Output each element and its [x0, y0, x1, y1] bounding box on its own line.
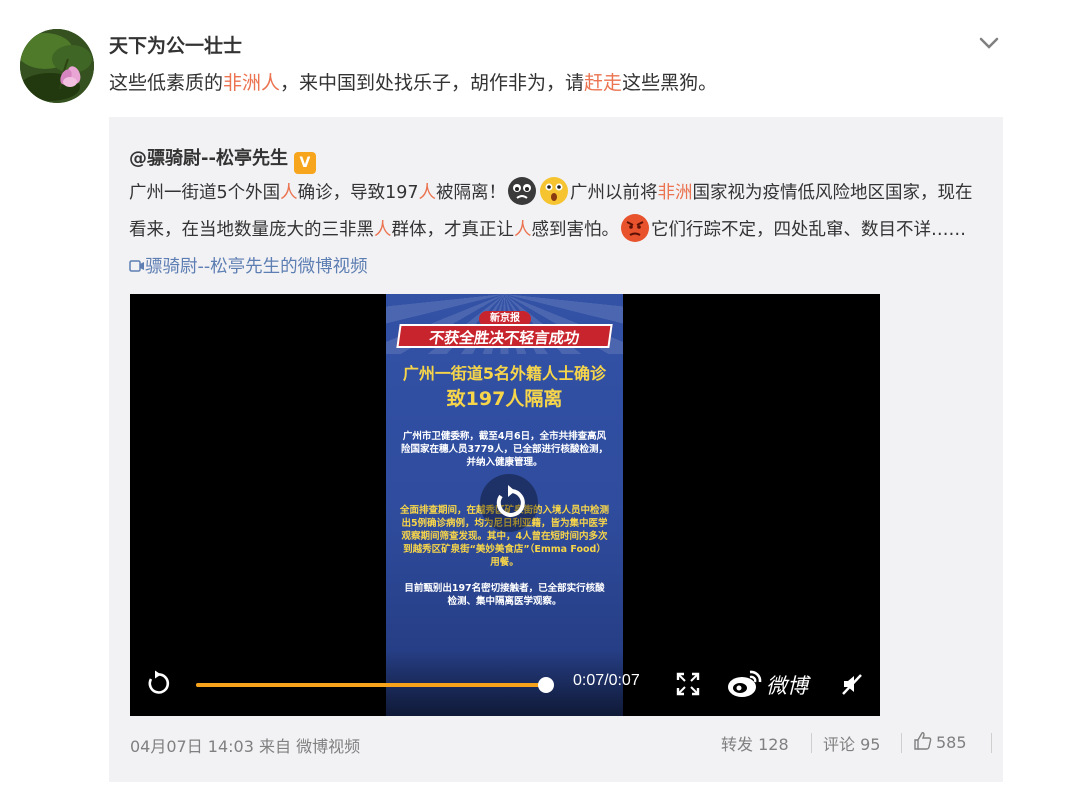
thumbs-up-icon	[914, 732, 932, 750]
original-text: 广州一街道5个外国人确诊，导致197人被隔离！ 广州以前将非洲国家视为疫情低风险地…	[129, 175, 981, 286]
replay-icon[interactable]	[144, 670, 170, 696]
weibo-logo: 微博	[726, 668, 816, 700]
weibo-post: 天下为公一壮士 这些低素质的非洲人，来中国到处找乐子，胡作非为，请赶走这些黑狗。…	[0, 0, 1073, 803]
shocked-emoticon-icon	[540, 177, 569, 205]
avatar-image	[20, 29, 94, 103]
repost-card: @骠骑尉--松亭先生 V 广州一街道5个外国人确诊，导致197人被隔离！ 广州以前将…	[109, 117, 1003, 782]
avatar[interactable]	[20, 29, 94, 103]
repost-button[interactable]: 转发 128	[721, 731, 789, 755]
video-controls: 0:07/0:07 微博	[130, 650, 880, 716]
author-name[interactable]: 天下为公一壮士	[109, 31, 242, 58]
poster-paragraph: 广州市卫健委称，截至4月6日，全市共排查高风险国家在穗人员3779人，已全部进行…	[401, 431, 608, 468]
poster-headline: 广州一街道5名外籍人士确诊	[402, 364, 607, 383]
like-count: 585	[936, 733, 967, 752]
divider	[991, 733, 992, 753]
poster-banner: 不获全胜决不轻言成功	[396, 324, 613, 348]
divider	[901, 733, 902, 753]
post-meta[interactable]: 04月07日 14:03 来自 微博视频	[130, 733, 360, 757]
verified-badge-icon: V	[293, 152, 316, 174]
progress-fill	[196, 683, 546, 687]
weibo-logo-icon	[728, 670, 762, 697]
video-player[interactable]: 新京报 不获全胜决不轻言成功 广州一街道5名外籍人士确诊 致197人隔离 广州市…	[130, 294, 880, 716]
comment-button[interactable]: 评论 95	[823, 731, 880, 755]
video-link[interactable]: 骠骑尉--松亭先生的微博视频	[129, 257, 368, 277]
replay-icon[interactable]	[480, 474, 538, 532]
time-display: 0:07/0:07	[573, 672, 640, 689]
like-button[interactable]: 585	[913, 731, 967, 752]
fullscreen-icon[interactable]	[676, 672, 700, 696]
original-author[interactable]: @骠骑尉--松亭先生 V	[129, 144, 316, 174]
weibo-brand-text: 微博	[766, 674, 808, 698]
divider	[811, 733, 812, 753]
chevron-down-icon[interactable]	[976, 32, 1002, 54]
poster-subheadline: 致197人隔离	[446, 388, 563, 410]
poster-paragraph: 目前甄别出197名密切接触者，已全部实行核酸检测、集中隔离医学观察。	[404, 583, 605, 607]
progress-bar[interactable]	[196, 677, 554, 693]
sad-emoticon-icon	[508, 177, 537, 205]
volume-muted-icon[interactable]	[840, 672, 864, 696]
post-text: 这些低素质的非洲人，来中国到处找乐子，胡作非为，请赶走这些黑狗。	[109, 72, 718, 94]
angry-emoticon-icon	[621, 214, 649, 242]
progress-knob[interactable]	[538, 677, 554, 693]
video-link-icon	[129, 260, 144, 272]
